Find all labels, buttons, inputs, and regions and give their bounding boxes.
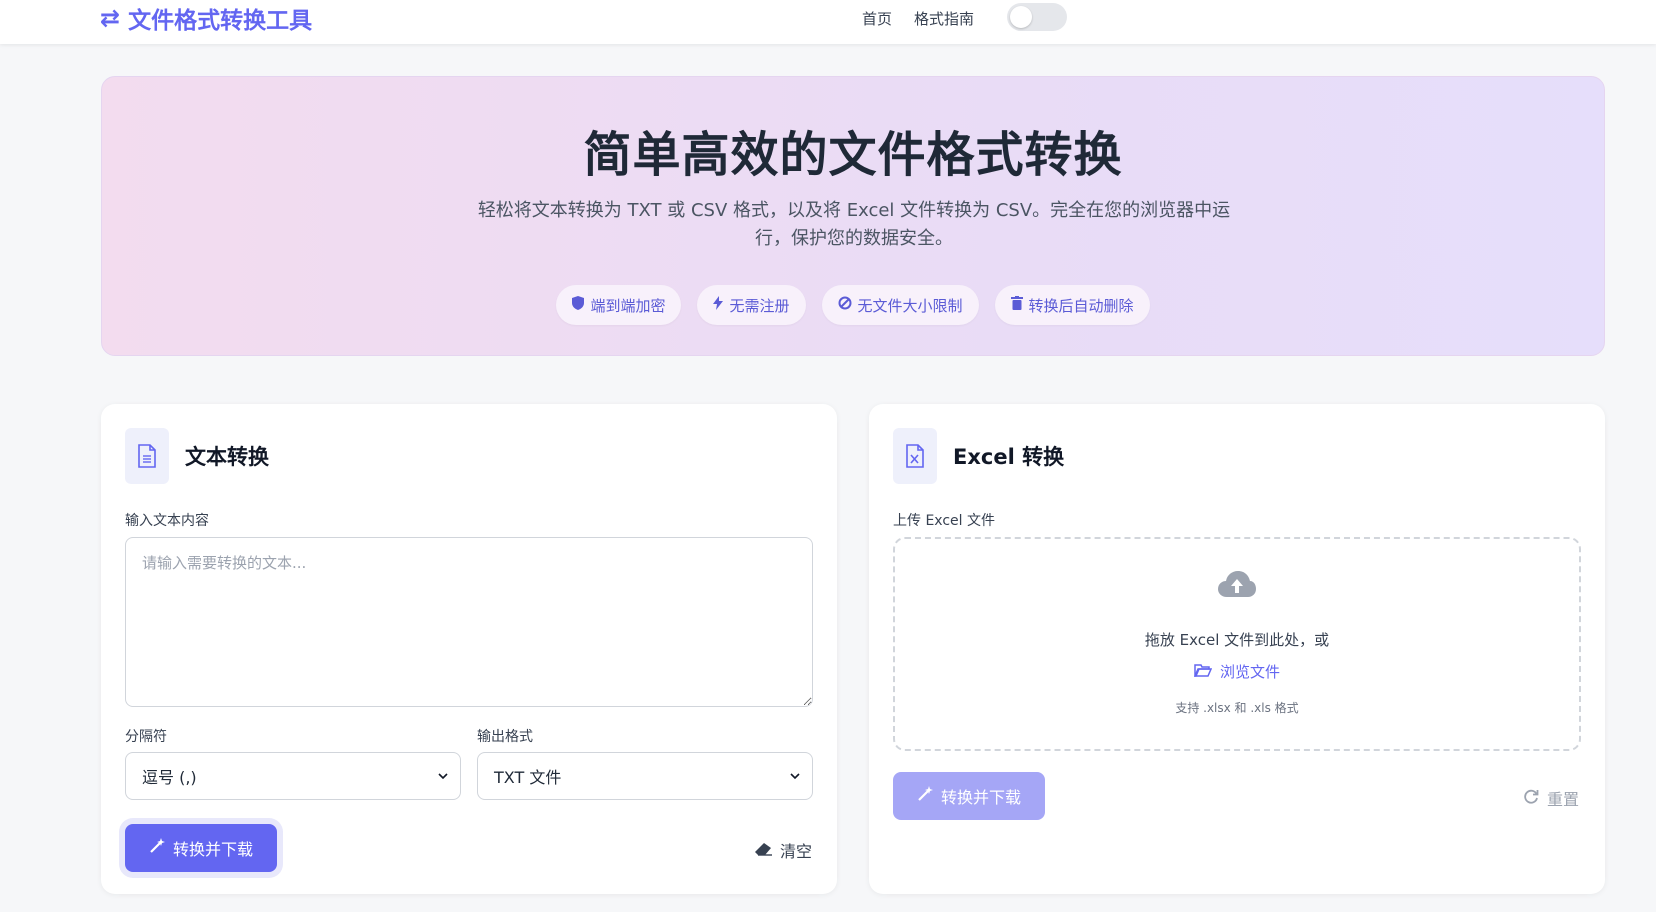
output-format-select[interactable]: TXT 文件 — [477, 752, 813, 800]
hero-banner: 简单高效的文件格式转换 轻松将文本转换为 TXT 或 CSV 格式，以及将 Ex… — [101, 76, 1605, 356]
card-header: 文本转换 — [125, 428, 269, 484]
text-convert-download-button[interactable]: 转换并下载 — [125, 824, 278, 872]
badge-label: 端到端加密 — [590, 296, 666, 315]
bolt-icon — [713, 296, 724, 314]
document-icon — [125, 428, 169, 484]
toggle-knob — [1010, 6, 1032, 28]
text-input-label: 输入文本内容 — [125, 513, 209, 529]
hero-subtitle: 轻松将文本转换为 TXT 或 CSV 格式，以及将 Excel 文件转换为 CS… — [477, 200, 1231, 249]
card-title: 文本转换 — [185, 445, 269, 469]
output-format-value: TXT 文件 — [494, 768, 562, 787]
text-convert-card: 文本转换 输入文本内容 分隔符 输出格式 逗号 (,) TXT 文件 转换并下载… — [101, 404, 837, 894]
button-label: 转换并下载 — [173, 842, 254, 859]
excel-convert-download-button[interactable]: 转换并下载 — [893, 772, 1046, 820]
badge-encryption: 端到端加密 — [556, 285, 682, 325]
nav-link-home[interactable]: 首页 — [862, 8, 892, 29]
badge-label: 无需注册 — [729, 296, 790, 315]
format-hint: 支持 .xlsx 和 .xls 格式 — [1175, 701, 1299, 715]
brand-logo[interactable]: ⇄ 文件格式转换工具 — [100, 2, 312, 34]
chevron-down-icon — [438, 769, 448, 783]
brand-name: 文件格式转换工具 — [128, 8, 313, 34]
theme-toggle[interactable] — [1007, 3, 1067, 31]
reset-label: 重置 — [1547, 790, 1580, 809]
delimiter-label: 分隔符 — [125, 729, 167, 745]
delimiter-select[interactable]: 逗号 (,) — [125, 752, 461, 800]
excel-file-icon — [893, 428, 937, 484]
browse-label: 浏览文件 — [1219, 663, 1280, 681]
badge-auto-delete: 转换后自动删除 — [994, 285, 1150, 325]
chevron-down-icon — [790, 769, 800, 783]
badge-no-signup: 无需注册 — [697, 285, 806, 325]
upload-label: 上传 Excel 文件 — [893, 513, 995, 529]
top-navbar: ⇄ 文件格式转换工具 首页 格式指南 — [0, 0, 1656, 44]
trash-icon — [1010, 296, 1023, 314]
nav-link-format-guide[interactable]: 格式指南 — [914, 8, 974, 29]
refresh-icon — [1524, 789, 1539, 808]
button-label: 转换并下载 — [941, 790, 1022, 807]
dropzone-text: 拖放 Excel 文件到此处，或 — [1144, 631, 1330, 649]
clear-button[interactable]: 清空 — [754, 838, 812, 862]
magic-wand-icon — [917, 785, 933, 807]
ban-icon — [838, 296, 852, 314]
swap-arrows-icon: ⇄ — [100, 4, 121, 32]
card-header: Excel 转换 — [893, 428, 1064, 484]
clear-label: 清空 — [780, 842, 813, 861]
excel-convert-card: Excel 转换 上传 Excel 文件 拖放 Excel 文件到此处，或 浏览… — [869, 404, 1605, 894]
text-input[interactable] — [125, 537, 813, 707]
nav-links: 首页 格式指南 — [862, 2, 974, 34]
feature-badges: 端到端加密 无需注册 无文件大小限制 转换后自动删除 — [102, 285, 1604, 325]
badge-label: 转换后自动删除 — [1028, 296, 1134, 315]
folder-open-icon — [1193, 663, 1213, 681]
badge-label: 无文件大小限制 — [857, 296, 963, 315]
cloud-upload-icon — [1217, 569, 1257, 603]
file-dropzone[interactable]: 拖放 Excel 文件到此处，或 浏览文件 支持 .xlsx 和 .xls 格式 — [893, 537, 1581, 751]
browse-files-link[interactable]: 浏览文件 — [895, 661, 1579, 682]
badge-no-size-limit: 无文件大小限制 — [821, 285, 979, 325]
hero-title: 简单高效的文件格式转换 — [583, 127, 1123, 183]
eraser-icon — [754, 841, 772, 860]
shield-icon — [572, 296, 585, 314]
delimiter-value: 逗号 (,) — [142, 768, 197, 787]
output-format-label: 输出格式 — [477, 729, 533, 745]
card-title: Excel 转换 — [953, 445, 1065, 469]
reset-button[interactable]: 重置 — [1524, 786, 1579, 810]
magic-wand-icon — [149, 837, 165, 859]
